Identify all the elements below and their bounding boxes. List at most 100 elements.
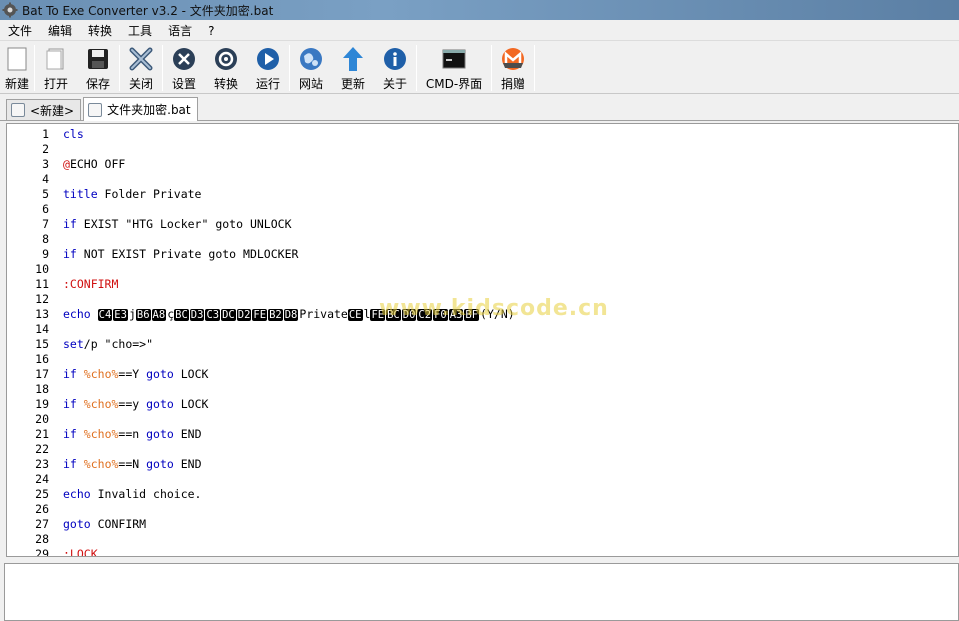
hex-byte-token: B6 xyxy=(135,309,151,321)
line-number: 5 xyxy=(42,187,49,201)
code-text: if %cho%==y goto LOCK xyxy=(63,397,208,412)
code-token: LOCK xyxy=(173,397,209,411)
code-token: ==n xyxy=(118,427,147,441)
save-button-label: 保存 xyxy=(85,77,110,91)
line-number: 3 xyxy=(42,157,49,171)
code-token: @ xyxy=(63,157,70,171)
code-token: /p "cho=>" xyxy=(83,337,154,351)
code-token: CONFIRM xyxy=(90,517,147,531)
code-text: goto CONFIRM xyxy=(63,517,146,532)
about-button[interactable]: 关于 xyxy=(374,42,416,92)
code-editor[interactable]: 1 cls 2 3 @ECHO OFF 4 5 title Folder Private 6 7 i… xyxy=(6,123,959,557)
window-title: Bat To Exe Converter v3.2 - 文件夹加密.bat xyxy=(22,3,274,18)
tab-new[interactable]: <新建> xyxy=(6,99,82,120)
document-icon xyxy=(88,102,103,117)
cmd-button[interactable]: CMD-界面 xyxy=(417,42,491,92)
close-button-label: 关闭 xyxy=(128,77,153,91)
line-number: 22 xyxy=(35,442,49,456)
code-token: :LOCK xyxy=(63,547,98,557)
line-number: 20 xyxy=(35,412,49,426)
code-text: title Folder Private xyxy=(63,187,201,202)
website-button[interactable]: 网站 xyxy=(290,42,332,92)
line-number: 17 xyxy=(35,367,49,381)
menu-edit[interactable]: 编辑 xyxy=(40,21,80,41)
code-token: ECHO OFF xyxy=(69,157,126,171)
code-token: goto xyxy=(146,367,174,381)
code-text: if NOT EXIST Private goto MDLOCKER xyxy=(63,247,298,262)
line-number: 29 xyxy=(35,547,49,557)
code-token: %cho% xyxy=(83,367,119,381)
settings-button-label: 设置 xyxy=(171,77,196,91)
hex-byte-token: CE xyxy=(347,309,363,321)
run-button[interactable]: 运行 xyxy=(247,42,289,92)
open-button[interactable]: 打开 xyxy=(35,42,77,92)
settings-button[interactable]: 设置 xyxy=(163,42,205,92)
line-number: 7 xyxy=(42,217,49,231)
tab-folder-encrypt[interactable]: 文件夹加密.bat xyxy=(83,97,198,121)
code-token: ==N xyxy=(118,457,147,471)
line-number: 4 xyxy=(42,172,49,186)
code-token: cls xyxy=(63,127,84,141)
code-token: if xyxy=(63,427,77,441)
donate-button[interactable]: 捐赠 xyxy=(492,42,534,92)
line-number: 14 xyxy=(35,322,49,336)
code-token: :CONFIRM xyxy=(63,277,119,291)
code-text: :LOCK xyxy=(63,547,98,557)
line-number: 24 xyxy=(35,472,49,486)
hex-byte-token: D2 xyxy=(236,309,252,321)
close-x-icon xyxy=(128,46,154,72)
donate-button-label: 捐赠 xyxy=(500,77,525,91)
update-button[interactable]: 更新 xyxy=(332,42,374,92)
menu-language[interactable]: 语言 xyxy=(160,21,200,41)
menu-convert[interactable]: 转换 xyxy=(80,21,120,41)
cmd-button-label: CMD-界面 xyxy=(425,77,483,91)
code-text: if %cho%==N goto END xyxy=(63,457,202,472)
code-token: %cho% xyxy=(83,457,119,471)
code-text: cls xyxy=(63,127,84,142)
document-tabs: <新建> 文件夹加密.bat xyxy=(0,95,959,121)
line-number: 19 xyxy=(35,397,49,411)
title-bar: Bat To Exe Converter v3.2 - 文件夹加密.bat xyxy=(0,0,959,20)
line-number: 9 xyxy=(42,247,49,261)
new-button[interactable]: 新建 xyxy=(0,42,34,92)
line-number: 2 xyxy=(42,142,49,156)
globe-icon xyxy=(298,46,324,72)
monero-icon xyxy=(500,46,526,72)
line-number: 16 xyxy=(35,352,49,366)
line-number: 8 xyxy=(42,232,49,246)
app-gear-icon xyxy=(2,2,18,18)
convert-button[interactable]: 转换 xyxy=(205,42,247,92)
line-number: 10 xyxy=(35,262,49,276)
watermark-text: www.kidscode.cn xyxy=(379,296,609,321)
hex-byte-token: A8 xyxy=(151,309,167,321)
hex-byte-token: BC xyxy=(174,309,189,321)
hex-byte-token: E3 xyxy=(113,309,128,321)
line-number: 28 xyxy=(35,532,49,546)
code-token: goto xyxy=(146,397,174,411)
line-number: 13 xyxy=(35,307,49,321)
output-panel[interactable] xyxy=(4,563,959,621)
code-token: Invalid choice. xyxy=(90,487,202,501)
play-icon xyxy=(255,46,281,72)
menu-file[interactable]: 文件 xyxy=(0,21,40,41)
save-button[interactable]: 保存 xyxy=(77,42,119,92)
close-button[interactable]: 关闭 xyxy=(120,42,162,92)
code-token: goto xyxy=(146,457,174,471)
console-icon xyxy=(441,46,467,72)
code-token: if xyxy=(63,217,77,231)
menu-tools[interactable]: 工具 xyxy=(120,21,160,41)
code-text: if %cho%==Y goto LOCK xyxy=(63,367,208,382)
code-text: set/p "cho=>" xyxy=(63,337,153,352)
toolbar: 新建 打开 保存 关闭 设置 转换 运行 网站 更新 关于 CMD-界面 捐赠 xyxy=(0,42,959,94)
new-doc-icon xyxy=(4,46,30,72)
up-arrow-icon xyxy=(340,46,366,72)
code-token: EXIST "HTG Locker" goto UNLOCK xyxy=(76,217,292,231)
menu-help[interactable]: ? xyxy=(200,21,222,41)
line-number: 25 xyxy=(35,487,49,501)
code-token: set xyxy=(63,337,84,351)
